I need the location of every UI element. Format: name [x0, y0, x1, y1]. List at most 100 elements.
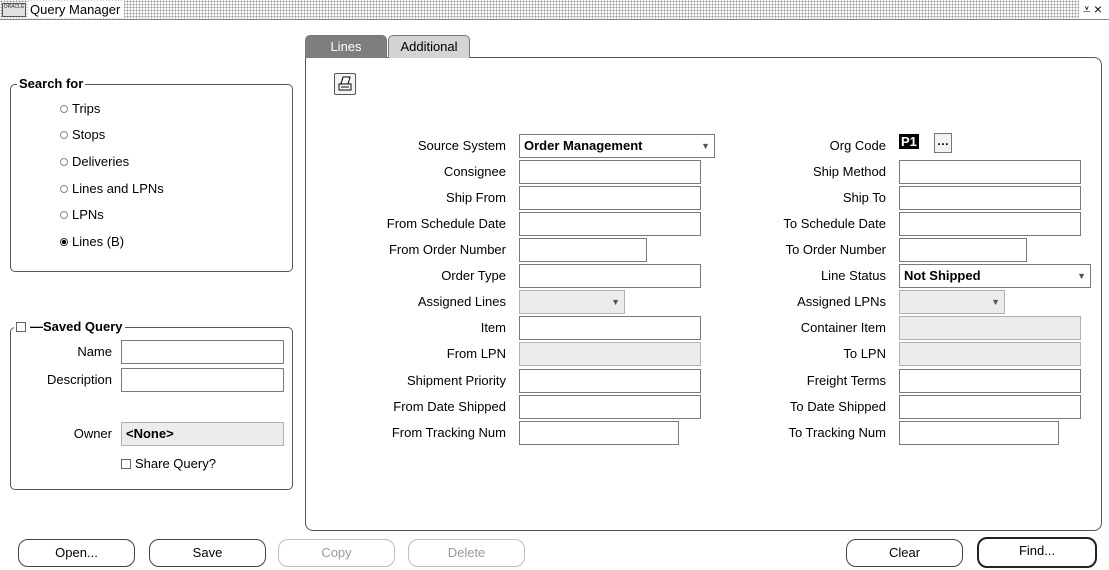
delete-button: Delete	[408, 539, 525, 567]
minimize-icon[interactable]: ⩡	[1083, 1, 1094, 17]
assigned-lines-label: Assigned Lines	[417, 294, 506, 309]
to-date-shipped-field[interactable]	[899, 395, 1081, 419]
name-label: Name	[77, 344, 112, 359]
window-title: Query Manager	[28, 1, 125, 18]
radio-trips[interactable]: Trips	[60, 100, 100, 118]
radio-icon[interactable]	[60, 185, 68, 193]
source-system-value: Order Management	[524, 138, 643, 153]
to-lpn-field	[899, 342, 1081, 366]
name-field[interactable]	[121, 340, 284, 364]
order-type-label: Order Type	[441, 268, 506, 283]
line-status-select[interactable]: Not Shipped ▼	[899, 264, 1091, 288]
from-tracking-num-label: From Tracking Num	[391, 425, 506, 440]
ship-method-label: Ship Method	[813, 164, 886, 179]
share-query-checkbox-row[interactable]: Share Query?	[121, 455, 216, 473]
to-tracking-num-label: To Tracking Num	[788, 425, 886, 440]
item-label: Item	[480, 320, 506, 335]
from-date-shipped-field[interactable]	[519, 395, 701, 419]
radio-label: Stops	[72, 127, 106, 142]
ship-from-label: Ship From	[446, 190, 506, 205]
search-for-group	[10, 84, 293, 272]
copy-button: Copy	[278, 539, 395, 567]
find-button[interactable]: Find...	[977, 537, 1097, 568]
ship-method-field[interactable]	[899, 160, 1081, 184]
source-system-label: Source System	[417, 138, 506, 153]
from-schedule-date-field[interactable]	[519, 212, 701, 236]
radio-label: Trips	[72, 101, 101, 116]
app-icon: ORACLE	[2, 3, 26, 17]
description-field[interactable]	[121, 368, 284, 392]
ship-to-field[interactable]	[899, 186, 1081, 210]
from-order-number-label: From Order Number	[388, 242, 506, 257]
to-lpn-label: To LPN	[843, 346, 886, 361]
line-status-value: Not Shipped	[904, 268, 981, 283]
freight-terms-field[interactable]	[899, 369, 1081, 393]
radio-icon[interactable]	[60, 105, 68, 113]
radio-lines[interactable]: Lines (B)	[60, 233, 124, 251]
consignee-field[interactable]	[519, 160, 701, 184]
radio-icon[interactable]	[60, 131, 68, 139]
from-lpn-label: From LPN	[446, 346, 506, 361]
radio-stops[interactable]: Stops	[60, 126, 105, 144]
assigned-lines-select[interactable]: ▼	[519, 290, 625, 314]
save-button[interactable]: Save	[149, 539, 266, 567]
shipment-priority-label: Shipment Priority	[407, 373, 506, 388]
share-query-checkbox[interactable]	[121, 459, 131, 469]
ship-from-field[interactable]	[519, 186, 701, 210]
owner-field: <None>	[121, 422, 284, 446]
share-query-label: Share Query?	[135, 456, 216, 471]
item-field[interactable]	[519, 316, 701, 340]
radio-lpns[interactable]: LPNs	[60, 206, 104, 224]
to-schedule-date-field[interactable]	[899, 212, 1081, 236]
order-type-field[interactable]	[519, 264, 701, 288]
dropdown-arrow-icon[interactable]: ▼	[611, 291, 620, 313]
org-code-lov-button[interactable]: …	[934, 133, 952, 153]
to-tracking-num-field[interactable]	[899, 421, 1059, 445]
saved-query-label: Saved Query	[43, 319, 123, 334]
container-item-field	[899, 316, 1081, 340]
tab-additional[interactable]: Additional	[388, 35, 470, 58]
ship-to-label: Ship To	[842, 190, 886, 205]
search-for-label: Search for	[17, 76, 86, 91]
radio-deliveries[interactable]: Deliveries	[60, 153, 129, 171]
title-bar: ORACLE Query Manager ⩡×	[0, 0, 1109, 20]
window-controls[interactable]: ⩡×	[1078, 0, 1109, 19]
saved-query-header: —Saved Query	[14, 319, 125, 334]
radio-label: Lines and LPNs	[72, 181, 164, 196]
close-icon[interactable]: ×	[1094, 1, 1105, 17]
org-code-value: P1	[899, 134, 919, 149]
description-label: Description	[46, 372, 112, 387]
printer-icon	[338, 76, 352, 91]
org-code-label: Org Code	[829, 138, 886, 153]
from-schedule-date-label: From Schedule Date	[386, 216, 506, 231]
to-order-number-field[interactable]	[899, 238, 1027, 262]
clear-button[interactable]: Clear	[846, 539, 963, 567]
saved-query-checkbox[interactable]	[16, 322, 26, 332]
from-date-shipped-label: From Date Shipped	[393, 399, 506, 414]
assigned-lpns-select[interactable]: ▼	[899, 290, 1005, 314]
radio-selected-icon[interactable]	[60, 238, 68, 246]
dropdown-arrow-icon[interactable]: ▼	[1077, 265, 1086, 287]
to-date-shipped-label: To Date Shipped	[789, 399, 886, 414]
radio-icon[interactable]	[60, 158, 68, 166]
radio-label: LPNs	[72, 207, 104, 222]
radio-icon[interactable]	[60, 211, 68, 219]
tab-lines[interactable]: Lines	[305, 35, 387, 58]
consignee-label: Consignee	[443, 164, 506, 179]
to-order-number-label: To Order Number	[785, 242, 886, 257]
from-order-number-field[interactable]	[519, 238, 647, 262]
print-button[interactable]	[334, 73, 356, 95]
source-system-select[interactable]: Order Management ▼	[519, 134, 715, 158]
radio-lines-and-lpns[interactable]: Lines and LPNs	[60, 180, 164, 198]
from-tracking-num-field[interactable]	[519, 421, 679, 445]
org-code-field[interactable]: P1	[899, 134, 933, 153]
owner-label: Owner	[73, 426, 112, 441]
line-status-label: Line Status	[820, 268, 886, 283]
dropdown-arrow-icon[interactable]: ▼	[991, 291, 1000, 313]
open-button[interactable]: Open...	[18, 539, 135, 567]
shipment-priority-field[interactable]	[519, 369, 701, 393]
radio-label: Lines (B)	[72, 234, 125, 249]
from-lpn-field	[519, 342, 701, 366]
radio-label: Deliveries	[72, 154, 130, 169]
freight-terms-label: Freight Terms	[806, 373, 886, 388]
